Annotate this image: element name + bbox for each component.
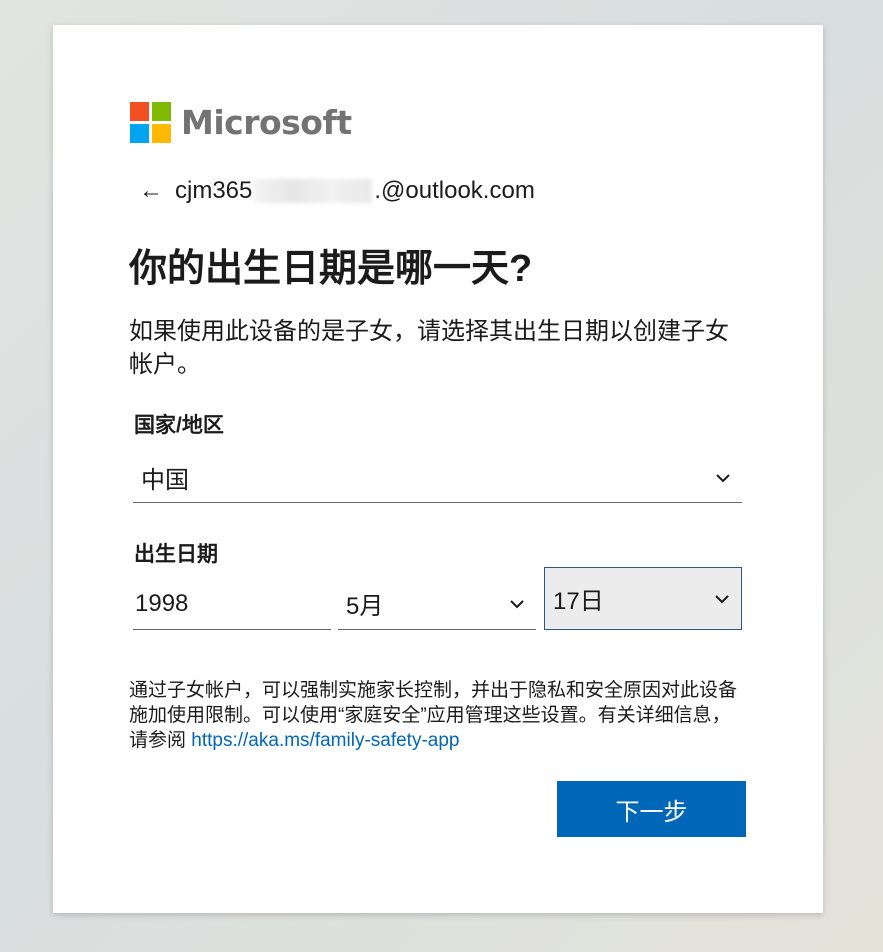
brand-name: Microsoft	[181, 103, 352, 142]
next-button[interactable]: 下一步	[557, 781, 746, 837]
redacted-email-blur	[254, 179, 373, 203]
microsoft-logo: Microsoft	[130, 102, 352, 143]
email-prefix: cjm365	[175, 177, 253, 204]
birthdate-label: 出生日期	[134, 543, 218, 566]
back-arrow-icon[interactable]: ←	[139, 177, 163, 205]
chevron-down-icon	[716, 473, 730, 482]
family-safety-link[interactable]: https://aka.ms/family-safety-app	[191, 730, 459, 751]
birth-month-value: 5月	[346, 593, 384, 620]
country-select-value: 中国	[141, 467, 189, 494]
page-description: 如果使用此设备的是子女，请选择其出生日期以创建子女帐户。	[129, 318, 729, 378]
info-text: 通过子女帐户，可以强制实施家长控制，并出于隐私和安全原因对此设备施加使用限制。可…	[129, 678, 749, 753]
signin-card: Microsoft ← cjm365 .@outlook.com 你的出生日期是…	[53, 25, 823, 913]
country-label: 国家/地区	[134, 414, 224, 437]
birth-month-select[interactable]: 5月	[338, 578, 536, 630]
birth-day-value: 17日	[553, 588, 604, 615]
birth-year-value: 1998	[135, 589, 189, 617]
microsoft-logo-icon	[130, 102, 171, 143]
chevron-down-icon	[715, 594, 729, 603]
country-select[interactable]: 中国	[133, 453, 742, 503]
email-suffix: .@outlook.com	[374, 177, 535, 204]
identity-banner: ← cjm365 .@outlook.com	[139, 177, 535, 205]
birth-year-input[interactable]: 1998	[133, 578, 331, 630]
chevron-down-icon	[510, 599, 524, 608]
page-title: 你的出生日期是哪一天?	[129, 248, 533, 290]
birth-day-select[interactable]: 17日	[544, 567, 742, 630]
